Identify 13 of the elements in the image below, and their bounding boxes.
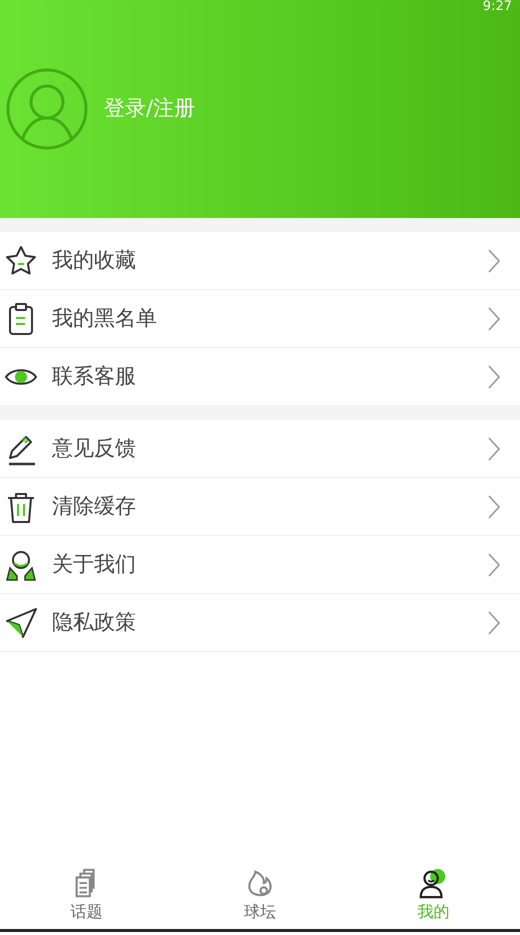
chevron-right-icon bbox=[488, 306, 500, 330]
chevron-right-icon bbox=[488, 436, 500, 460]
chevron-right-icon bbox=[488, 610, 500, 634]
status-time: 9:27 bbox=[482, 0, 512, 14]
avatar-icon[interactable] bbox=[6, 68, 88, 150]
tab[interactable]: 话题 bbox=[0, 862, 174, 929]
tab[interactable]: 球坛 bbox=[173, 862, 347, 929]
chevron-right-icon bbox=[488, 552, 500, 576]
star-icon bbox=[4, 244, 38, 278]
chevron-right-icon bbox=[488, 494, 500, 518]
chevron-right-icon bbox=[488, 364, 500, 388]
send-icon bbox=[4, 606, 38, 640]
chevron-right-icon bbox=[488, 248, 500, 272]
